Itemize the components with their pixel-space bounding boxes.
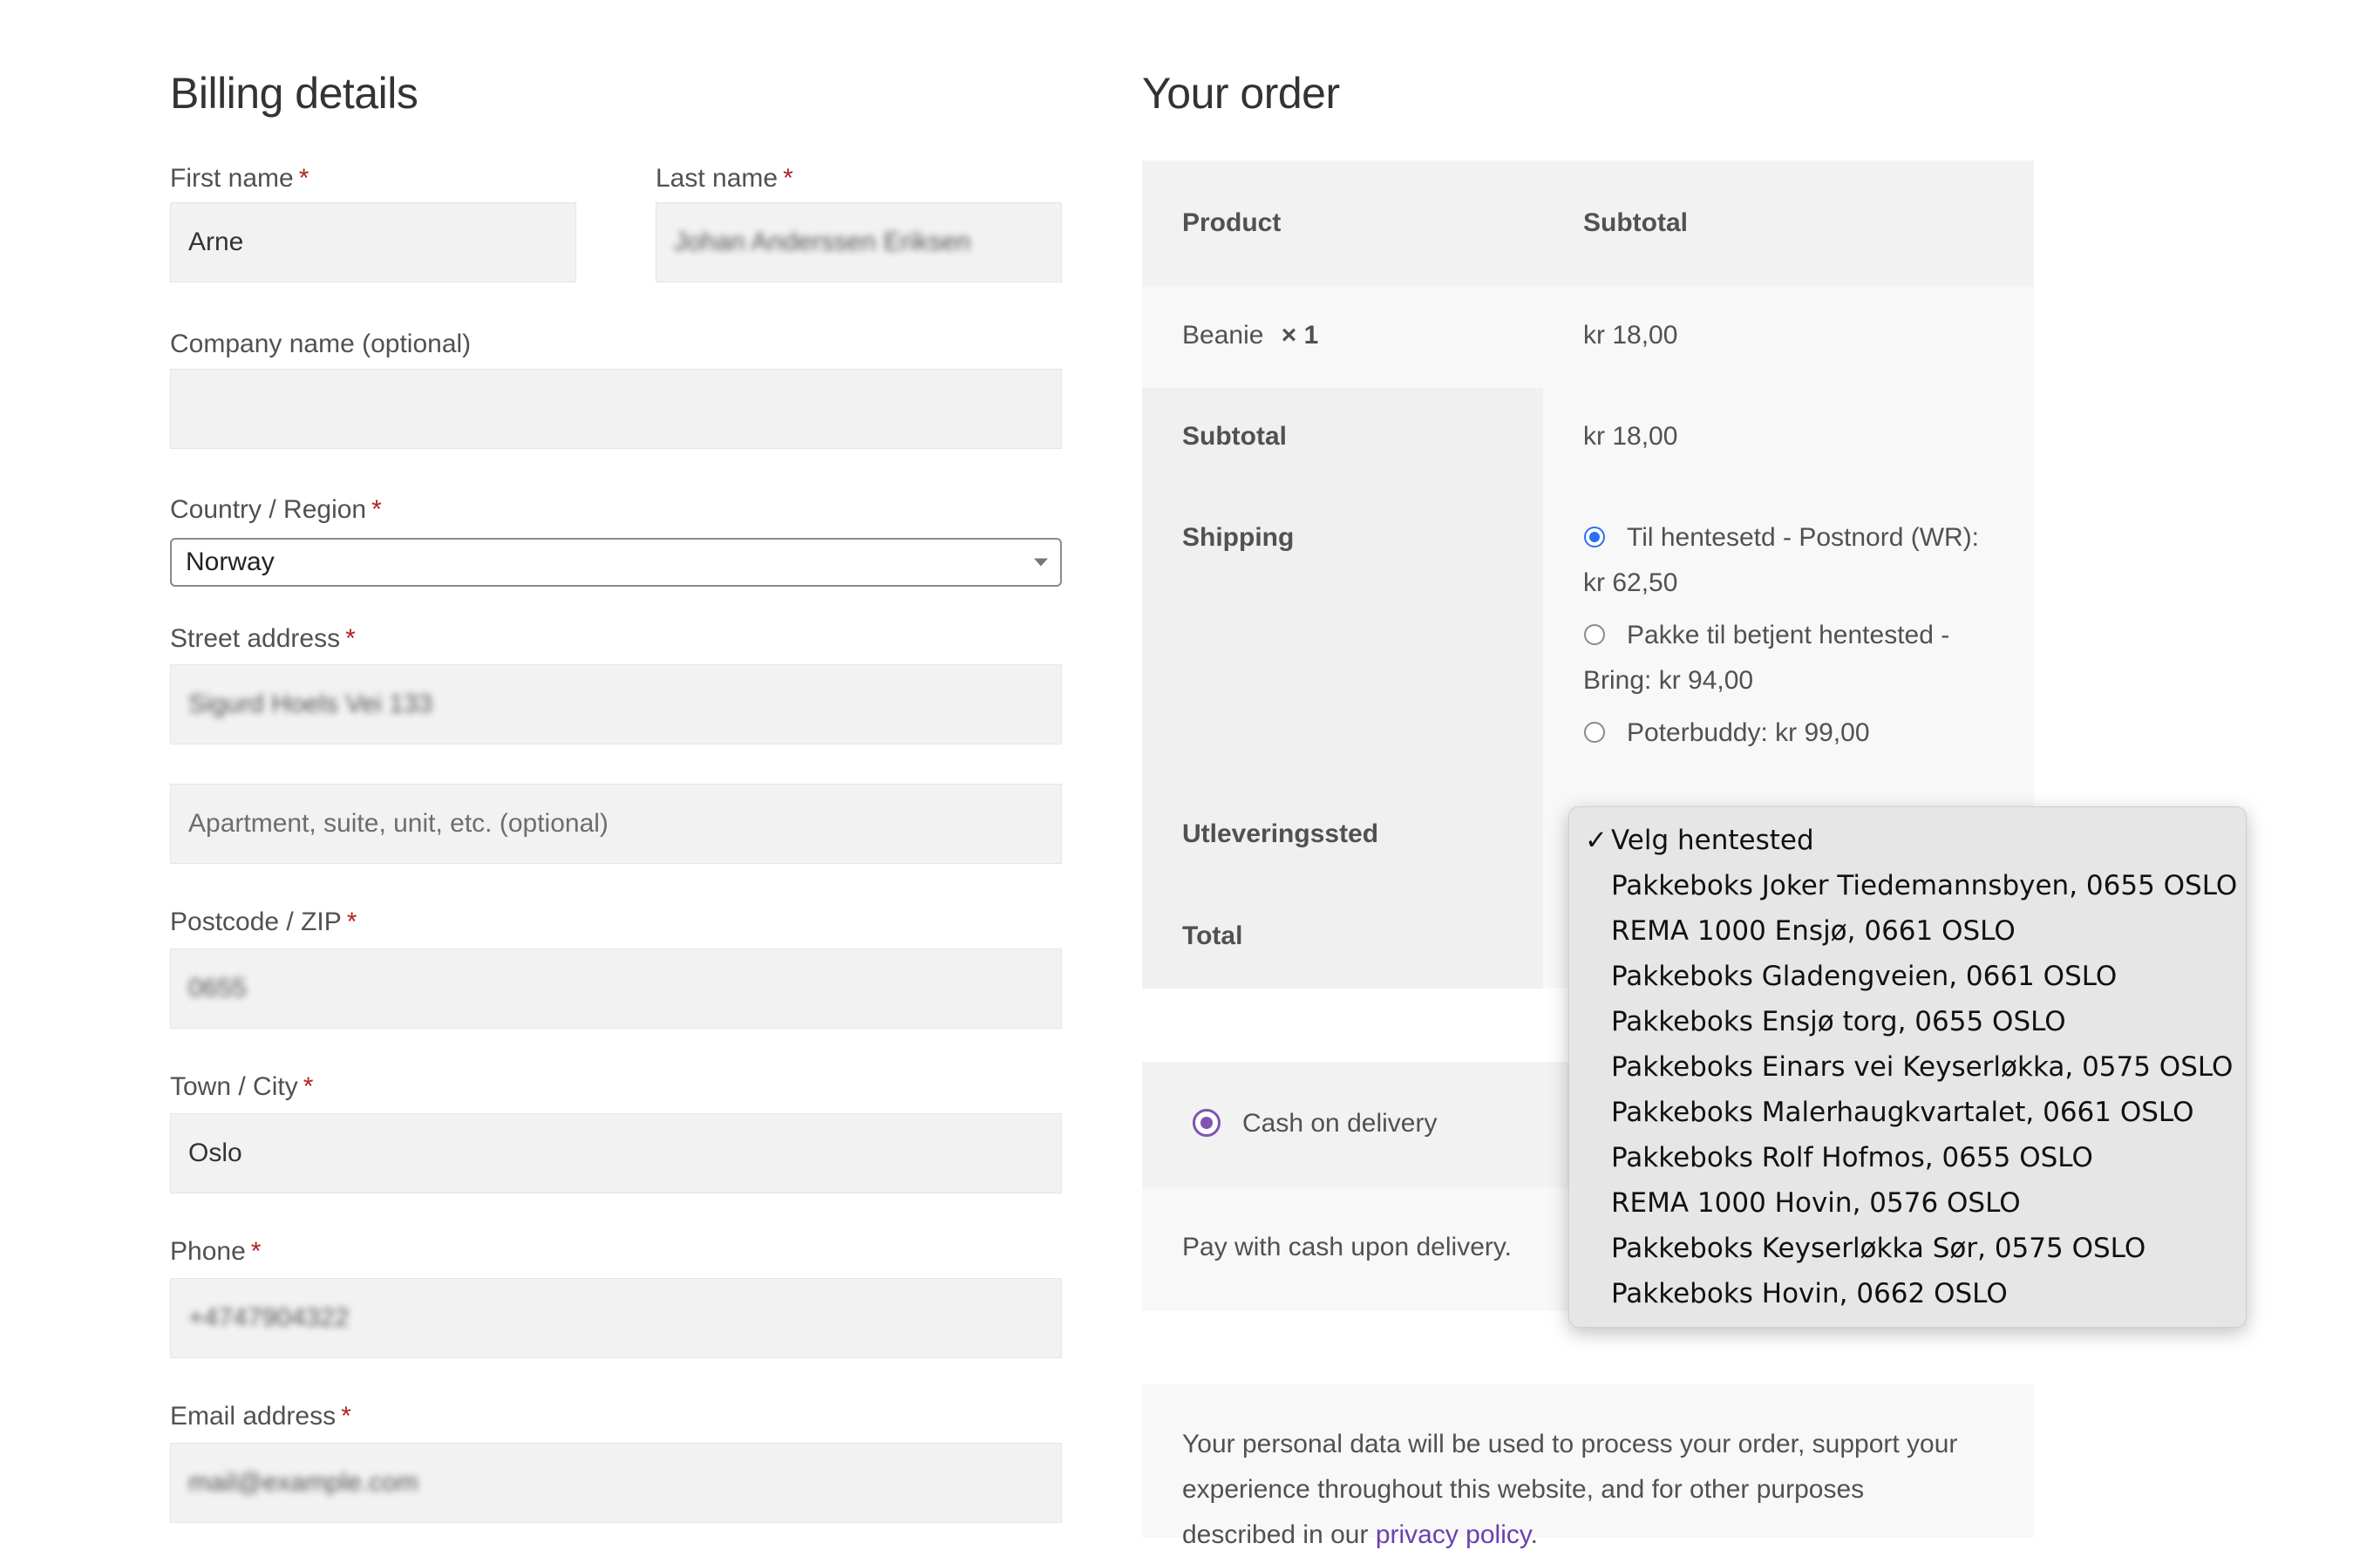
pickup-option[interactable]: Pakkeboks Einars vei Keyserløkka, 0575 O… (1569, 1044, 2246, 1090)
required-mark: * (341, 1402, 351, 1431)
total-label: Total (1182, 921, 1243, 950)
payment-method-label[interactable]: Cash on delivery (1242, 1109, 1437, 1139)
required-mark: * (303, 1072, 314, 1101)
city-input[interactable]: Oslo (170, 1113, 1062, 1193)
order-title: Your order (1142, 69, 1340, 118)
phone-label: Phone * (170, 1237, 261, 1267)
shipping-option-porterbuddy[interactable]: Poterbuddy: kr 99,00 (1627, 718, 1870, 748)
checkmark-icon: ✓ (1585, 825, 1608, 856)
shipping-radio-porterbuddy[interactable] (1584, 722, 1605, 743)
required-mark: * (345, 624, 356, 653)
first-name-label: First name * (170, 164, 309, 194)
city-label-text: Town / City (170, 1072, 298, 1101)
shipping-option-bring-line2: Bring: kr 94,00 (1583, 666, 1754, 695)
item-qty: × 1 (1281, 321, 1319, 350)
city-label: Town / City * (170, 1072, 313, 1102)
postcode-value: 0655 (188, 974, 247, 1003)
first-name-input[interactable]: Arne (170, 202, 576, 282)
street-input[interactable]: Sigurd Hoels Vei 133 (170, 664, 1062, 744)
apartment-placeholder: Apartment, suite, unit, etc. (optional) (188, 809, 609, 838)
street-label-text: Street address (170, 624, 341, 653)
phone-input[interactable]: +4747904322 (170, 1278, 1062, 1358)
country-label-text: Country / Region (170, 495, 367, 524)
pickup-option[interactable]: Pakkeboks Hovin, 0662 OSLO (1569, 1271, 2246, 1316)
last-name-label: Last name * (656, 164, 793, 194)
col-product: Product (1182, 208, 1282, 237)
phone-value: +4747904322 (188, 1303, 350, 1332)
subtotal-value: kr 18,00 (1583, 422, 1678, 451)
shipping-label: Shipping (1182, 523, 1295, 552)
pickup-option[interactable]: Pakkeboks Rolf Hofmos, 0655 OSLO (1569, 1135, 2246, 1180)
shipping-option-postnord-line1[interactable]: Til hentesetd - Postnord (WR): (1627, 523, 1979, 553)
privacy-line-2: experience throughout this website, and … (1182, 1475, 1865, 1504)
company-input[interactable] (170, 369, 1062, 449)
privacy-line-3: described in our privacy policy. (1182, 1520, 1538, 1550)
required-mark: * (371, 495, 382, 524)
pickup-option-selected[interactable]: ✓ Velg hentested (1569, 818, 2246, 863)
last-name-value: Johan Anderssen Eriksen (674, 228, 971, 256)
pickup-option[interactable]: Pakkeboks Gladengveien, 0661 OSLO (1569, 954, 2246, 999)
pickup-option-label: Velg hentested (1611, 825, 1814, 856)
item-price: kr 18,00 (1583, 321, 1678, 350)
line-item: Beanie × 1 (1182, 321, 1318, 350)
pickup-option[interactable]: REMA 1000 Hovin, 0576 OSLO (1569, 1180, 2246, 1226)
first-name-value: Arne (188, 228, 244, 256)
required-mark: * (298, 164, 309, 193)
privacy-box (1142, 1384, 2034, 1538)
email-label: Email address * (170, 1402, 351, 1431)
postcode-label: Postcode / ZIP * (170, 908, 357, 937)
required-mark: * (783, 164, 793, 193)
billing-title: Billing details (170, 69, 418, 118)
payment-description: Pay with cash upon delivery. (1182, 1233, 1512, 1261)
shipping-option-bring-line1[interactable]: Pakke til betjent hentested - (1627, 621, 1949, 650)
first-name-label-text: First name (170, 164, 294, 193)
city-value: Oslo (188, 1139, 242, 1167)
chevron-down-icon (1034, 558, 1048, 567)
email-value: mail@example.com (188, 1468, 418, 1497)
shipping-option-postnord-line2: kr 62,50 (1583, 568, 1678, 597)
required-mark: * (346, 908, 357, 936)
shipping-radio-bring[interactable] (1584, 624, 1605, 645)
pickup-option[interactable]: Pakkeboks Keyserløkka Sør, 0575 OSLO (1569, 1226, 2246, 1271)
street-value: Sigurd Hoels Vei 133 (188, 690, 433, 718)
item-name: Beanie (1182, 321, 1264, 350)
email-label-text: Email address (170, 1402, 337, 1431)
pickup-option[interactable]: Pakkeboks Malerhaugkvartalet, 0661 OSLO (1569, 1090, 2246, 1135)
privacy-line-3-suffix: . (1530, 1520, 1538, 1549)
col-subtotal: Subtotal (1583, 208, 1688, 237)
country-select[interactable]: Norway (170, 538, 1062, 587)
street-label: Street address * (170, 624, 356, 654)
postcode-label-text: Postcode / ZIP (170, 908, 342, 936)
required-mark: * (250, 1237, 262, 1266)
last-name-label-text: Last name (656, 164, 779, 193)
country-label: Country / Region * (170, 495, 382, 525)
pickup-option[interactable]: Pakkeboks Joker Tiedemannsbyen, 0655 OSL… (1569, 863, 2246, 908)
last-name-input[interactable]: Johan Anderssen Eriksen (656, 202, 1062, 282)
payment-radio-cod[interactable] (1193, 1109, 1221, 1137)
pickup-dropdown[interactable]: ✓ Velg hentested Pakkeboks Joker Tiedema… (1568, 806, 2247, 1328)
postcode-input[interactable]: 0655 (170, 948, 1062, 1029)
pickup-option[interactable]: Pakkeboks Ensjø torg, 0655 OSLO (1569, 999, 2246, 1044)
company-label: Company name (optional) (170, 330, 472, 358)
privacy-line-3-prefix: described in our (1182, 1520, 1369, 1549)
pickup-label: Utleveringssted (1182, 819, 1379, 848)
privacy-line-1: Your personal data will be used to proce… (1182, 1430, 1958, 1458)
country-value: Norway (186, 547, 275, 576)
email-input[interactable]: mail@example.com (170, 1443, 1062, 1523)
order-label-column (1142, 388, 1543, 989)
pickup-option[interactable]: REMA 1000 Ensjø, 0661 OSLO (1569, 908, 2246, 954)
shipping-radio-postnord[interactable] (1584, 527, 1605, 547)
subtotal-label: Subtotal (1182, 422, 1287, 451)
privacy-policy-link[interactable]: privacy policy (1376, 1520, 1531, 1549)
phone-label-text: Phone (170, 1237, 246, 1266)
apartment-input[interactable]: Apartment, suite, unit, etc. (optional) (170, 784, 1062, 864)
